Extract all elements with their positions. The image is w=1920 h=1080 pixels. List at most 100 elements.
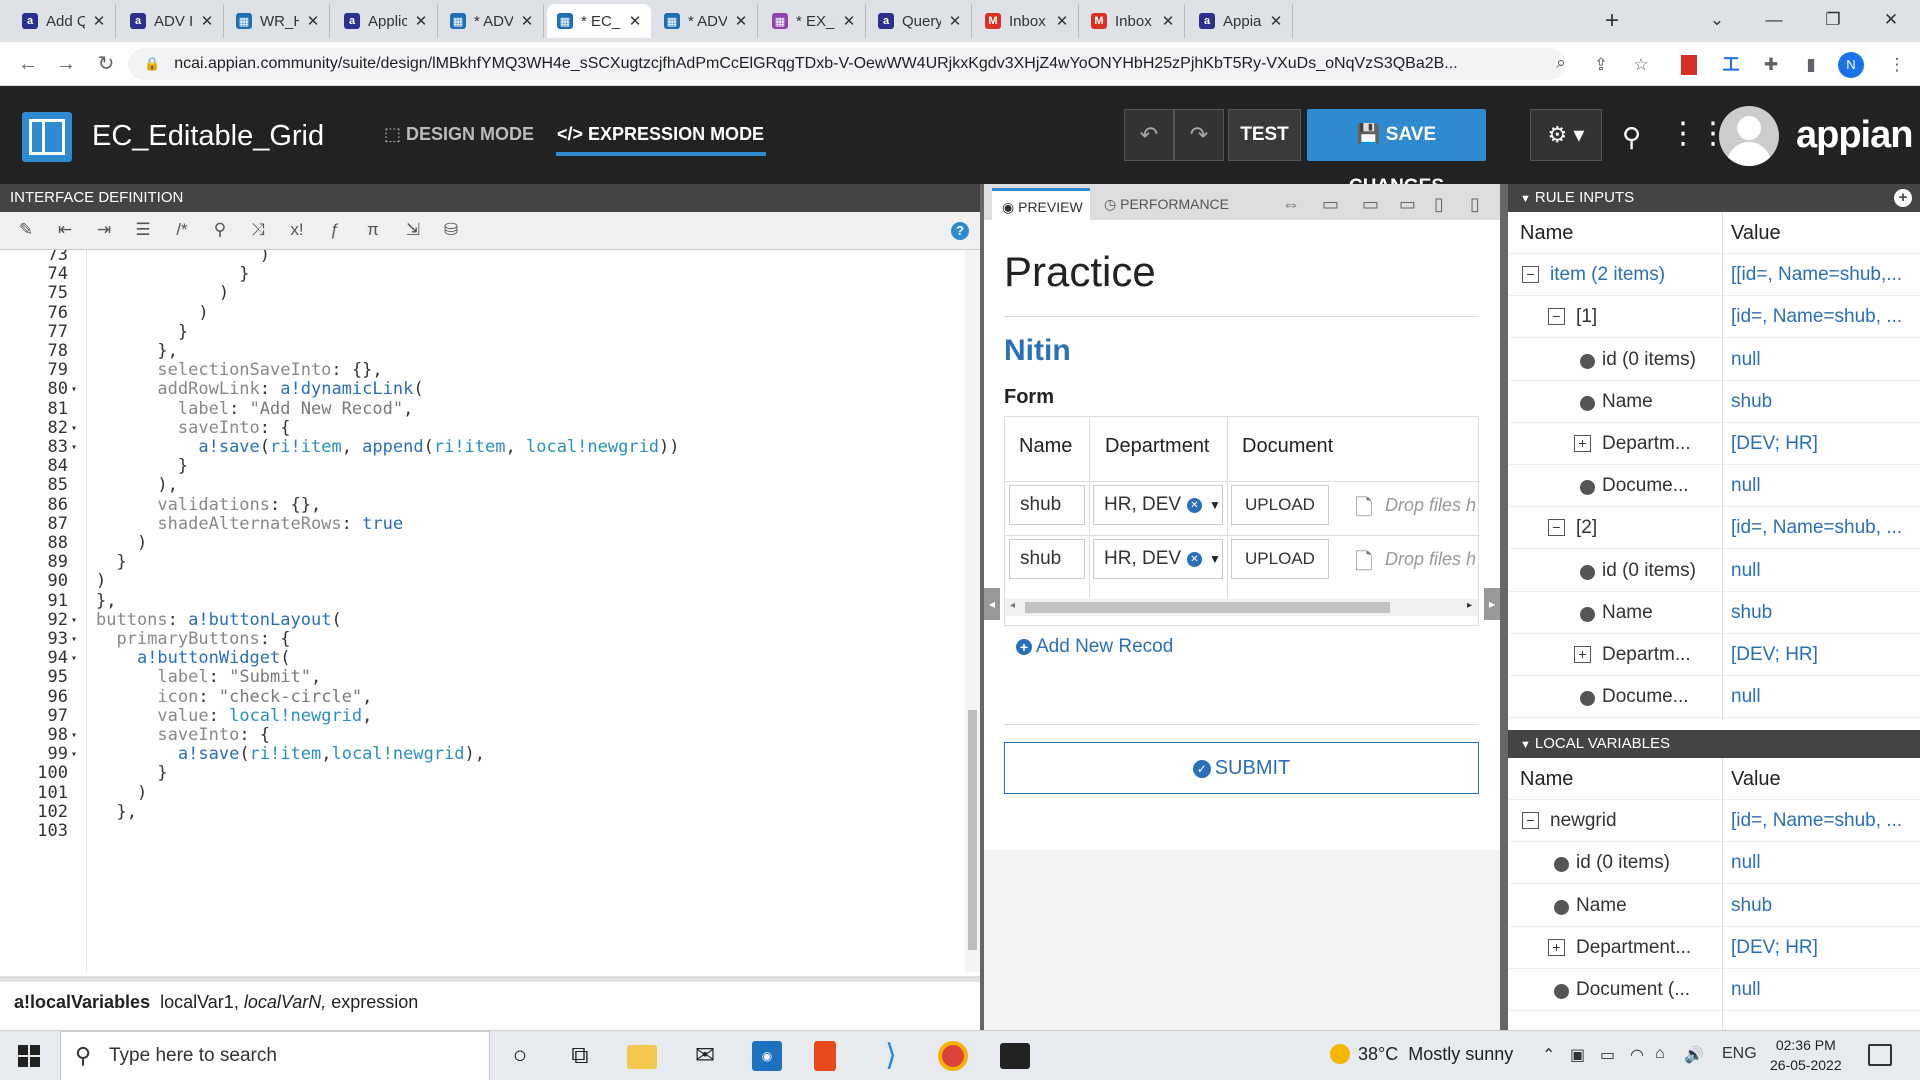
variable-row[interactable]: − [1] [id=, Name=shub, ... <box>1508 296 1920 339</box>
expand-icon[interactable]: + <box>1574 646 1591 663</box>
variable-row[interactable]: id (0 items) null <box>1508 842 1920 885</box>
upload-button[interactable]: UPLOAD <box>1231 485 1329 525</box>
monitor-icon[interactable]: ▭ <box>1399 194 1416 215</box>
grid-scrollbar-thumb[interactable] <box>1025 602 1390 613</box>
list-icon[interactable]: ☰ <box>131 220 155 242</box>
format-wand-icon[interactable]: ✎ <box>14 220 38 242</box>
expression-mode-tab[interactable]: </> EXPRESSION MODE <box>557 124 764 145</box>
browser-menu-icon[interactable]: ⋮ <box>1886 54 1908 76</box>
clear-selection-icon[interactable]: ✕ <box>1187 552 1202 567</box>
browser-tab[interactable]: a Query R ✕ <box>868 4 972 38</box>
function-icon[interactable]: ƒ <box>323 220 347 242</box>
new-tab-button[interactable]: + <box>1597 6 1627 36</box>
grid-department-dropdown[interactable]: HR, DEV <box>1093 539 1223 579</box>
drop-files-zone[interactable]: Drop files h <box>1385 495 1477 516</box>
variable-value[interactable]: null <box>1731 979 1916 1001</box>
variable-row[interactable]: Name shub <box>1508 381 1920 423</box>
scroll-left-icon[interactable]: ◂ <box>1010 600 1015 611</box>
back-icon[interactable]: ← <box>14 50 42 78</box>
variable-value[interactable]: [id=, Name=shub, ... <box>1731 517 1916 539</box>
tab-preview[interactable]: ◉ PREVIEW <box>992 188 1090 220</box>
variable-row[interactable]: Docume... null <box>1508 465 1920 508</box>
variable-row[interactable]: id (0 items) null <box>1508 339 1920 381</box>
chrome-icon[interactable] <box>938 1041 968 1071</box>
close-tab-icon[interactable]: ✕ <box>1268 12 1284 30</box>
tab-search-icon[interactable]: ⌄ <box>1694 0 1740 42</box>
browser-tab[interactable]: M Inbox (2 ✕ <box>975 4 1079 38</box>
volume-icon[interactable]: 🔊 <box>1684 1045 1704 1065</box>
variable-row[interactable]: − item (2 items) [[id=, Name=shub,... <box>1508 254 1920 297</box>
clear-selection-icon[interactable]: ✕ <box>1187 498 1202 513</box>
settings-menu-button[interactable]: ⚙ ▾ <box>1530 109 1602 161</box>
windows-start-icon[interactable] <box>18 1045 40 1067</box>
close-tab-icon[interactable]: ✕ <box>199 12 215 30</box>
browser-tab[interactable]: ▦ * EC_Ed ✕ <box>547 4 651 38</box>
help-icon[interactable]: ? <box>951 222 969 240</box>
comment-icon[interactable]: /* <box>170 220 194 242</box>
dropdown-caret-icon[interactable]: ▼ <box>1209 552 1221 566</box>
variable-value[interactable]: [DEV; HR] <box>1731 433 1916 455</box>
collapse-icon[interactable]: − <box>1522 812 1539 830</box>
variable-value[interactable]: null <box>1731 560 1916 582</box>
variable-value[interactable]: [DEV; HR] <box>1731 937 1916 959</box>
save-changes-button[interactable]: 💾 SAVE CHANGES <box>1307 109 1486 197</box>
browser-tab[interactable]: ▦ * ADV_I ✕ <box>654 4 758 38</box>
outdent-icon[interactable]: ⇤ <box>53 220 77 242</box>
dropdown-caret-icon[interactable]: ▼ <box>1209 498 1221 512</box>
redo-button[interactable]: ↷ <box>1174 109 1224 161</box>
user-avatar[interactable] <box>1719 106 1779 166</box>
collapse-icon[interactable]: − <box>1548 519 1565 537</box>
close-tab-icon[interactable]: ✕ <box>1160 12 1176 30</box>
close-tab-icon[interactable]: ✕ <box>91 12 107 30</box>
browser-tab[interactable]: ▦ WR_Ho ✕ <box>226 4 330 38</box>
collapse-icon[interactable]: − <box>1522 266 1539 284</box>
local-variables-header[interactable]: ▼ LOCAL VARIABLES <box>1508 730 1920 758</box>
undo-button[interactable]: ↶ <box>1124 109 1174 161</box>
rule-x-icon[interactable]: x! <box>285 220 309 242</box>
variable-value[interactable]: shub <box>1731 895 1916 917</box>
vscode-icon[interactable]: ⟩ <box>876 1041 906 1071</box>
code-line[interactable]: 103 <box>0 820 965 843</box>
variable-row[interactable]: Name shub <box>1508 885 1920 927</box>
export-icon[interactable]: ⇲ <box>401 220 425 242</box>
weather-widget[interactable]: 38°C Mostly sunny <box>1330 1044 1513 1065</box>
grid-horizontal-scrollbar[interactable]: ◂ ▸ <box>1005 599 1478 616</box>
variable-row[interactable]: Docume... null <box>1508 676 1920 719</box>
url-field[interactable]: 🔒 ncai.appian.community/suite/design/lMB… <box>128 48 1566 80</box>
test-button[interactable]: TEST <box>1228 109 1301 161</box>
phone-icon[interactable]: ▯ <box>1470 194 1480 215</box>
zoom-icon[interactable]: ⌕ <box>1550 52 1572 74</box>
close-tab-icon[interactable]: ✕ <box>627 12 643 30</box>
tray-app-icon[interactable]: ▣ <box>1570 1045 1585 1065</box>
close-tab-icon[interactable]: ✕ <box>947 12 963 30</box>
dell-icon[interactable]: ◉ <box>752 1041 782 1071</box>
bookmark-star-icon[interactable]: ☆ <box>1630 54 1652 76</box>
variable-row[interactable]: id (0 items) null <box>1508 550 1920 592</box>
collapse-right-handle[interactable]: ▸ <box>1484 588 1500 620</box>
grid-name-input[interactable]: shub <box>1009 485 1085 525</box>
add-rule-input-icon[interactable]: + <box>1894 189 1912 207</box>
variable-row[interactable]: Name shub <box>1508 592 1920 634</box>
collapse-left-handle[interactable]: ◂ <box>984 588 1000 620</box>
close-tab-icon[interactable]: ✕ <box>519 12 535 30</box>
expand-icon[interactable]: + <box>1574 435 1591 452</box>
close-tab-icon[interactable]: ✕ <box>841 12 857 30</box>
side-panel-icon[interactable]: ▮ <box>1800 54 1822 76</box>
browser-tab[interactable]: a Appian ✕ <box>1189 4 1293 38</box>
language-indicator[interactable]: ENG <box>1722 1045 1757 1063</box>
browser-tab[interactable]: ▦ * ADV_ ✕ <box>440 4 544 38</box>
browser-tab[interactable]: a ADV Int ✕ <box>120 4 224 38</box>
cortana-icon[interactable]: ○ <box>505 1041 535 1071</box>
fit-width-icon[interactable]: ⇔ <box>1282 194 1300 215</box>
variable-value[interactable]: [[id=, Name=shub,... <box>1731 264 1916 286</box>
wifi-icon[interactable]: ◠ <box>1630 1045 1644 1065</box>
variable-value[interactable]: shub <box>1731 602 1916 624</box>
close-tab-icon[interactable]: ✕ <box>305 12 321 30</box>
office-icon[interactable] <box>814 1041 836 1071</box>
taskbar-search[interactable]: ⚲ Type here to search <box>60 1031 490 1080</box>
scroll-right-icon[interactable]: ▸ <box>1467 600 1472 611</box>
task-view-icon[interactable]: ⧉ <box>565 1041 595 1071</box>
variable-value[interactable]: null <box>1731 686 1916 708</box>
rule-inputs-header[interactable]: ▼ RULE INPUTS + <box>1508 184 1920 212</box>
battery-icon[interactable]: ▭ <box>1600 1045 1615 1065</box>
